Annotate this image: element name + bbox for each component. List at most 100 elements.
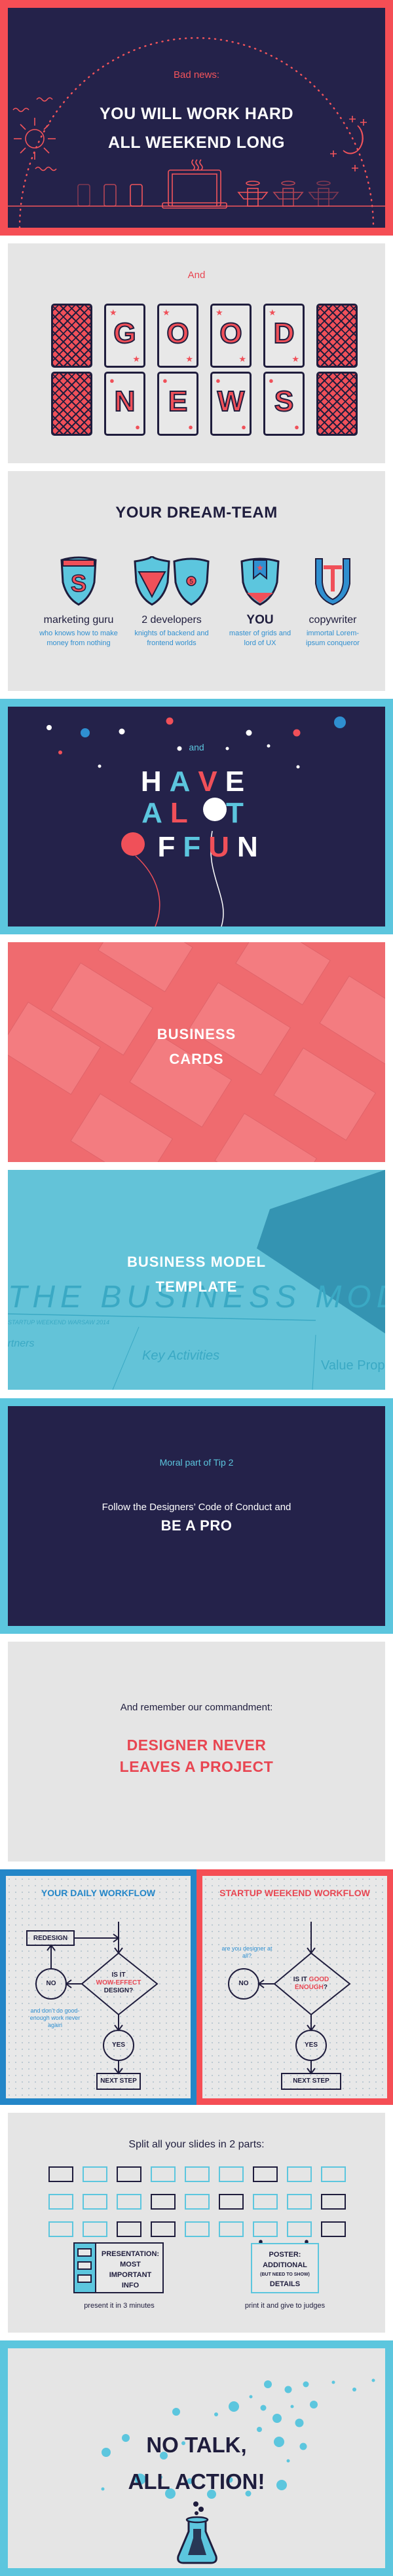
star-icon: ★ xyxy=(291,354,299,364)
member-developers: 5 2 developers knights of backend and fr… xyxy=(126,556,217,648)
daily-workflow-panel: YOUR DAILY WORKFLOW REDESIGN NO IS IT WO… xyxy=(0,1869,196,2105)
caption-present: present it in 3 minutes xyxy=(84,2302,155,2310)
poster-slide-thumb xyxy=(83,2194,107,2210)
caption-print: print it and give to judges xyxy=(244,2302,326,2310)
dot-icon: ● xyxy=(294,422,299,432)
poster-slide-thumb xyxy=(253,2194,278,2210)
poster-slide-thumb xyxy=(185,2221,210,2237)
bad-news-title: YOU WILL WORK HARD ALL WEEKEND LONG xyxy=(8,99,385,157)
moral-label: Moral part of Tip 2 xyxy=(159,1457,234,1468)
member-desc: immortal Lorem-ipsum conqueror xyxy=(306,629,360,647)
bad-news-title-line2: ALL WEEKEND LONG xyxy=(107,133,286,152)
poster-slide-thumb xyxy=(185,2194,210,2210)
and-label: And xyxy=(187,270,206,281)
card-o: ★ O ★ xyxy=(210,304,252,368)
poster-slide-thumb xyxy=(287,2194,312,2210)
flask-icon xyxy=(177,2501,217,2564)
card-d: ★ D ★ xyxy=(263,304,305,368)
dot-icon: ● xyxy=(215,376,221,385)
slide-commandment: And remember our commandment: DESIGNER N… xyxy=(8,1642,385,1861)
poster-slide-thumb xyxy=(219,2221,244,2237)
yes-node: YES xyxy=(304,2041,318,2049)
card-back xyxy=(51,304,92,368)
redesign-box: REDESIGN xyxy=(33,1935,68,1942)
dot-icon: ● xyxy=(269,376,274,385)
member-marketing: S marketing guru who knows how to make m… xyxy=(39,556,118,648)
be-a-pro-text: BE A PRO xyxy=(160,1517,233,1534)
bg-cell-text: Key Activities xyxy=(142,1349,219,1363)
slide-no-talk: NO TALK, ALL ACTION! xyxy=(0,2340,393,2576)
startup-workflow-panel: STARTUP WEEKEND WORKFLOW are you designe… xyxy=(196,1869,393,2105)
no-node: NO xyxy=(238,1980,249,1987)
shield-t-icon xyxy=(315,558,350,606)
svg-text:5: 5 xyxy=(189,578,193,586)
member-role: YOU xyxy=(246,613,274,627)
code-of-conduct-text: Follow the Designers’ Code of Conduct an… xyxy=(102,1502,291,1513)
poster-slide-thumb xyxy=(48,2221,73,2237)
poster-slide-thumb xyxy=(185,2166,210,2182)
card-e: ● E ● xyxy=(157,372,198,436)
poster-slide-thumb xyxy=(321,2166,346,2182)
card-back xyxy=(316,304,358,368)
member-desc: master of grids and lord of UX xyxy=(229,629,291,647)
presentation-text: PRESENTATION: MOST IMPORTANT INFO xyxy=(101,2250,160,2289)
bulb-cord-red xyxy=(135,855,160,926)
poster-slide-thumb xyxy=(83,2221,107,2237)
slide-dream-team: YOUR DREAM-TEAM S marketing guru who kno… xyxy=(8,471,385,691)
decision-diamond: IS IT GOOD ENOUGH? xyxy=(293,1976,329,1991)
poster-text: POSTER: ADDITIONAL (BUT NEED TO SHOW) DE… xyxy=(260,2251,310,2288)
slide-workflows: YOUR DAILY WORKFLOW REDESIGN NO IS IT WO… xyxy=(0,1869,393,2105)
decision-diamond: IS IT WOW-EFFECT DESIGN? xyxy=(96,1971,141,1994)
svg-text:S: S xyxy=(71,570,86,597)
presentation-slide-thumb xyxy=(117,2221,141,2237)
member-role: marketing guru xyxy=(43,614,114,626)
star-icon: ★ xyxy=(109,308,117,317)
poster-slide-thumb xyxy=(253,2221,278,2237)
next-step-box: NEXT STEP xyxy=(100,2077,137,2085)
laptop-icon xyxy=(162,159,227,209)
member-role: 2 developers xyxy=(141,614,202,626)
bad-news-label: Bad news: xyxy=(173,69,220,80)
member-desc: who knows how to make money from nothing xyxy=(39,629,118,647)
presentation-slide-thumb xyxy=(151,2194,176,2210)
poster-slide-thumb xyxy=(287,2221,312,2237)
bad-news-title-line1: YOU WILL WORK HARD xyxy=(99,105,293,123)
member-desc: knights of backend and frontend worlds xyxy=(134,629,209,647)
star-icon: ★ xyxy=(185,354,193,364)
card-o: ★ O ★ xyxy=(157,304,198,368)
dot-icon: ● xyxy=(241,422,246,432)
card-back xyxy=(316,372,358,436)
yes-node: YES xyxy=(111,2041,125,2049)
bg-cell-text: Value Prop xyxy=(321,1358,384,1373)
commandment-intro: And remember our commandment: xyxy=(120,1702,273,1713)
slide-bad-news: Bad news: YOU WILL WORK HARD ALL WEEKEND… xyxy=(0,0,393,236)
slide-good-news: And ★ G ★ ★ O ★ ★ O ★ ★ D ★ ● N ● ● E ● ● W ● ● S ● xyxy=(8,243,385,463)
cards-row-news: ● N ● ● E ● ● W ● ● S ● xyxy=(51,372,358,436)
member-copywriter: copywriter immortal Lorem-ipsum conquero… xyxy=(300,556,365,648)
slide-have-fun: and HAVE ALOT OF FUN xyxy=(0,699,393,934)
lightbulb-icon: O xyxy=(196,797,226,830)
star-icon: ★ xyxy=(162,308,170,317)
presentation-slide-thumb xyxy=(219,2194,244,2210)
slide-business-cards: BUSINESS CARDS xyxy=(8,942,385,1162)
card-s: ● S ● xyxy=(263,372,305,436)
shield-dollar-icon: S xyxy=(60,556,97,606)
slide-split: Split all your slides in 2 parts: PRESEN… xyxy=(8,2113,385,2333)
business-model-title: BUSINESS MODEL TEMPLATE xyxy=(126,1254,267,1295)
cards-row-good: ★ G ★ ★ O ★ ★ O ★ ★ D ★ xyxy=(51,304,358,368)
poster-slide-thumb xyxy=(83,2166,107,2182)
presentation-slide-thumb xyxy=(321,2221,346,2237)
slide-have-fun-content: and HAVE ALOT OF FUN xyxy=(8,707,385,926)
bg-sub-text: STARTUP WEEKEND WARSAW 2014 xyxy=(8,1319,109,1326)
next-step-box: NEXT STEP xyxy=(293,2077,329,2085)
presentation-slide-thumb xyxy=(151,2221,176,2237)
card-g: ★ G ★ xyxy=(104,304,145,368)
star-icon: ★ xyxy=(215,308,223,317)
and-label: and xyxy=(189,742,204,752)
business-cards-title: BUSINESS CARDS xyxy=(157,1026,236,1067)
startup-note: are you designer at all? xyxy=(221,1945,272,1959)
dot-icon: ● xyxy=(135,422,140,432)
card-back xyxy=(51,372,92,436)
bg-cell-text: Partners xyxy=(8,1338,34,1349)
split-title: Split all your slides in 2 parts: xyxy=(128,2139,265,2150)
